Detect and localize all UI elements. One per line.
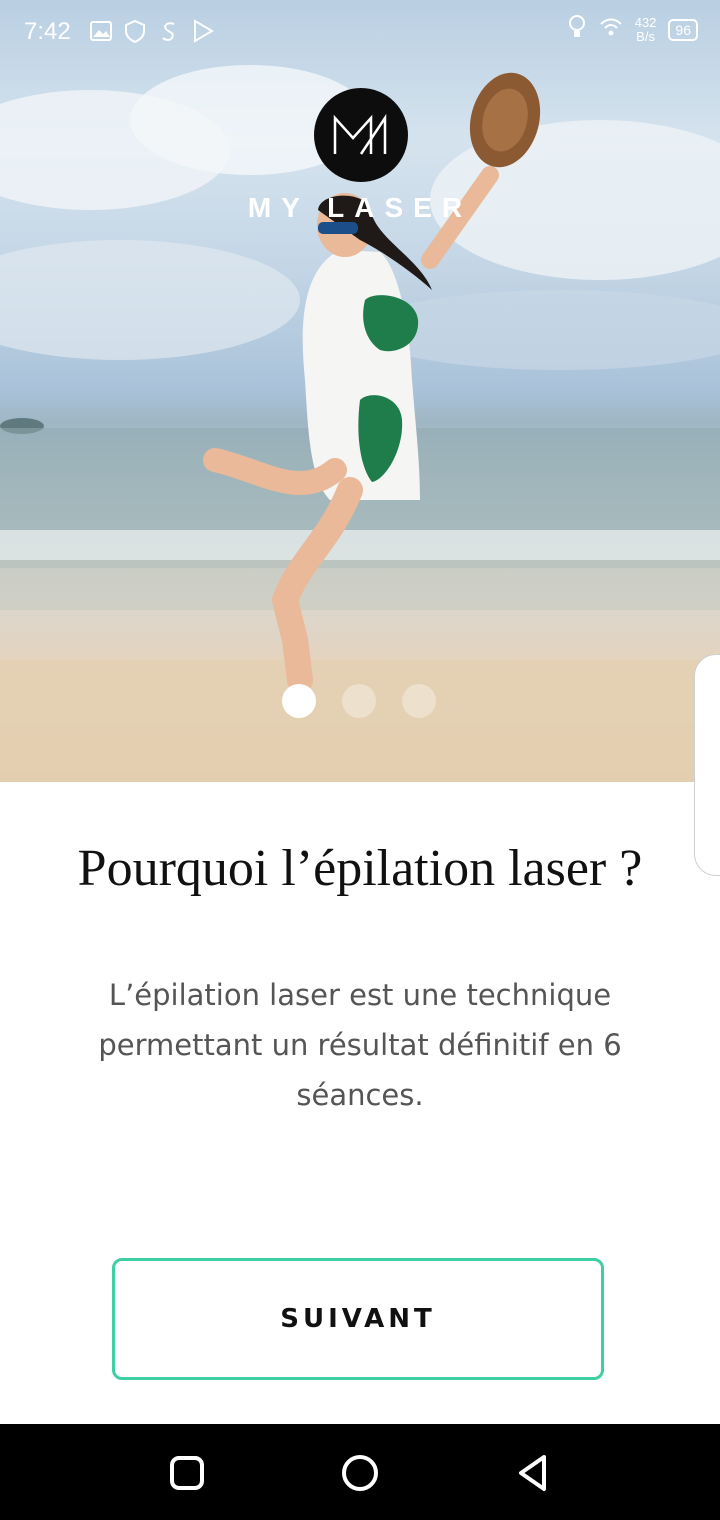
page-description: L’épilation laser est une technique perm… (98, 978, 622, 1112)
status-system-icons: 432 B/s 96 (567, 14, 698, 45)
net-speed-unit: B/s (636, 28, 655, 44)
back-icon[interactable] (508, 1448, 558, 1498)
pagination-dot-2[interactable] (342, 684, 376, 718)
net-speed-value: 432 (634, 14, 657, 30)
wifi-icon (599, 16, 623, 43)
shield-icon (122, 18, 148, 44)
net-speed: 432 B/s (634, 14, 657, 44)
status-notification-icons (88, 18, 216, 44)
gallery-icon (88, 18, 114, 44)
play-store-icon (190, 18, 216, 44)
status-bar: 7:42 432 B/s 96 (0, 0, 720, 64)
navigation-bar (0, 1424, 720, 1520)
side-edge-tab[interactable] (694, 654, 720, 876)
battery-indicator: 96 (668, 18, 698, 41)
pagination-dots (282, 684, 436, 718)
bulb-icon (567, 14, 587, 45)
page-title: Pourquoi l’épilation laser ? (77, 840, 643, 897)
pagination-dot-3[interactable] (402, 684, 436, 718)
next-button[interactable]: SUIVANT (112, 1258, 604, 1380)
ml-logo-icon (314, 88, 408, 182)
brand-name: MY LASER (247, 192, 473, 223)
status-time: 7:42 (24, 18, 71, 45)
hero-image: 7:42 432 B/s 96 MY LASER (0, 0, 720, 782)
pagination-dot-1[interactable] (282, 684, 316, 718)
recent-apps-icon[interactable] (162, 1448, 212, 1498)
home-icon[interactable] (335, 1448, 385, 1498)
s-app-icon (156, 18, 182, 44)
